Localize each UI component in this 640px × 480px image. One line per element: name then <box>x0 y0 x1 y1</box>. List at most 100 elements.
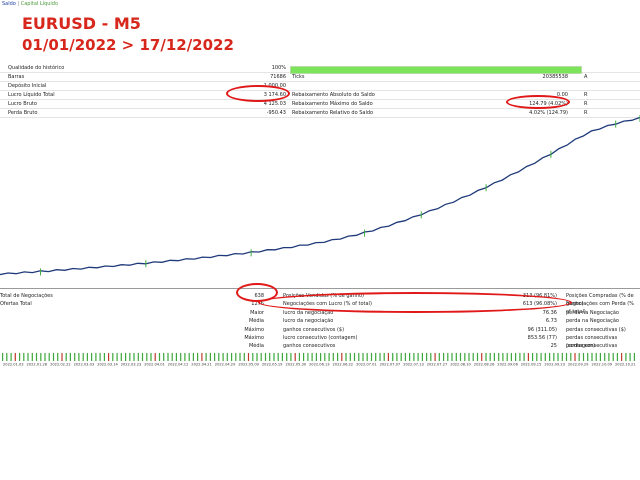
trade-bar <box>44 353 46 361</box>
trade-bar <box>557 353 559 361</box>
trade-bar <box>91 353 93 361</box>
trade-bar <box>320 353 322 361</box>
trade-bar <box>540 353 542 361</box>
trade-bar <box>163 353 165 361</box>
trade-bar <box>523 353 525 361</box>
trade-bar <box>197 353 199 361</box>
trade-bar <box>324 353 326 361</box>
trade-bar <box>103 353 105 361</box>
trade-bar <box>502 353 504 361</box>
trade-bar <box>353 353 356 361</box>
trade-bar <box>451 353 453 361</box>
trade-bar <box>52 353 55 361</box>
trade-bar <box>595 353 597 361</box>
x-tick-label: 2022.04.21 <box>191 363 212 367</box>
trade-bar <box>396 353 398 361</box>
trade-bar <box>31 353 33 361</box>
trade-bar <box>23 353 25 361</box>
trade-bar <box>404 353 406 361</box>
trade-bar <box>171 353 173 361</box>
trade-bar <box>260 353 262 361</box>
trade-bar <box>612 353 614 361</box>
trade-bar <box>27 353 29 361</box>
trade-bar <box>633 353 635 361</box>
trade-bar <box>154 353 156 361</box>
x-tick-label: 2022.10.21 <box>615 363 636 367</box>
trade-bar <box>281 353 283 361</box>
x-tick-label: 2022.03.23 <box>121 363 142 367</box>
trade-bar <box>379 353 381 361</box>
x-tick-label: 2022.08.26 <box>474 363 495 367</box>
trade-bar <box>553 353 555 361</box>
trade-bar <box>544 353 546 361</box>
trade-bar <box>515 353 517 361</box>
trade-bar <box>561 353 563 361</box>
trade-bar <box>141 353 144 361</box>
trade-bar <box>61 353 63 361</box>
trade-bar <box>349 353 351 361</box>
trade-bar <box>426 353 428 361</box>
trade-bar <box>629 353 631 361</box>
trade-bar <box>570 353 572 361</box>
trade-bar <box>574 353 576 361</box>
x-tick-label: 2022.09.15 <box>521 363 542 367</box>
trade-bar <box>150 353 152 361</box>
trade-bar <box>315 353 317 361</box>
trade-bar <box>565 353 568 361</box>
trade-bar <box>167 353 169 361</box>
trade-bar <box>370 353 373 361</box>
trade-bar <box>188 353 190 361</box>
trade-bar <box>14 353 16 361</box>
trade-bar <box>116 353 118 361</box>
trade-bar <box>19 353 21 361</box>
trade-bar <box>489 353 491 361</box>
trade-bar <box>549 353 551 361</box>
trade-bar <box>108 353 110 361</box>
trade-bar <box>599 353 601 361</box>
x-tick-label: 2022.01.28 <box>27 363 48 367</box>
trade-bar <box>286 353 288 361</box>
trade-bar <box>40 353 42 361</box>
trade-bar <box>307 353 309 361</box>
trade-bar <box>464 353 466 361</box>
x-tick-label: 2022.04.29 <box>215 363 236 367</box>
x-tick-label: 2022.07.27 <box>427 363 448 367</box>
trade-bar <box>400 353 402 361</box>
trade-bar <box>35 353 38 361</box>
trade-bar <box>57 353 59 361</box>
trade-bar <box>298 353 300 361</box>
x-tick-label: 2022.04.12 <box>168 363 189 367</box>
trade-bar <box>438 353 440 361</box>
x-tick-label: 2022.01.03 <box>3 363 24 367</box>
trade-bar <box>498 353 500 361</box>
trade-bar <box>362 353 364 361</box>
x-tick-label: 2022.09.06 <box>497 363 518 367</box>
trade-bar <box>137 353 139 361</box>
trade-bar <box>69 353 71 361</box>
trade-bar <box>222 353 224 361</box>
trade-bar <box>184 353 186 361</box>
trade-bar <box>311 353 313 361</box>
trade-bar <box>2 353 4 361</box>
x-tick-label: 2022.03.03 <box>74 363 95 367</box>
trade-bar <box>481 353 483 361</box>
trade-bar <box>455 353 457 361</box>
trade-bar <box>341 353 343 361</box>
x-tick-label: 2022.09.29 <box>568 363 589 367</box>
trade-bar <box>578 353 580 361</box>
trade-bar <box>175 353 177 361</box>
trade-bar <box>485 353 487 361</box>
trade-bar <box>290 353 292 361</box>
trade-bar <box>86 353 88 361</box>
trade-bar <box>337 353 339 361</box>
trade-bar <box>10 353 12 361</box>
trade-bar <box>65 353 67 361</box>
x-tick-label: 2022.02.22 <box>50 363 71 367</box>
trade-bar <box>158 353 161 361</box>
trade-bar <box>527 353 529 361</box>
trade-bar <box>214 353 216 361</box>
trade-bar <box>95 353 97 361</box>
trade-bar <box>201 353 203 361</box>
trade-bar <box>604 353 606 361</box>
trade-bar <box>180 353 182 361</box>
